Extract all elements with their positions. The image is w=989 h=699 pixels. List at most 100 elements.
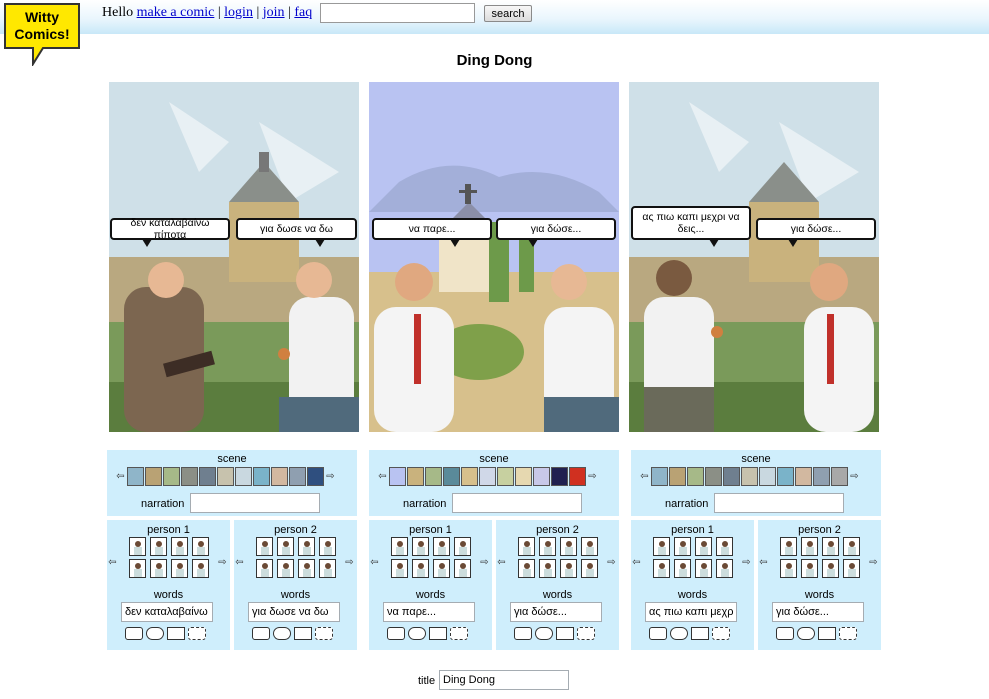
shout-bubble-icon[interactable]	[294, 627, 312, 640]
character-thumb[interactable]	[433, 559, 450, 578]
thought-bubble-icon[interactable]	[797, 627, 815, 640]
character-thumb[interactable]	[518, 537, 535, 556]
character-thumb[interactable]	[780, 559, 797, 578]
join-link[interactable]: join	[263, 5, 285, 20]
scene-thumb[interactable]	[669, 467, 686, 486]
arrow-right-icon[interactable]: ⇨	[344, 557, 355, 568]
arrow-left-icon[interactable]: ⇦	[369, 557, 380, 568]
character-thumb[interactable]	[256, 537, 273, 556]
speech-bubble-left[interactable]: δεν καταλαβαίνω πίποτα	[110, 217, 230, 247]
character-thumb[interactable]	[454, 537, 471, 556]
character-thumb[interactable]	[695, 559, 712, 578]
arrow-left-icon[interactable]: ⇦	[107, 557, 118, 568]
character-thumb[interactable]	[581, 537, 598, 556]
scene-thumb[interactable]	[307, 467, 324, 486]
scene-thumb[interactable]	[741, 467, 758, 486]
scene-thumb[interactable]	[831, 467, 848, 486]
words-input-person2[interactable]	[772, 602, 864, 622]
character-thumb[interactable]	[695, 537, 712, 556]
speech-bubble-icon[interactable]	[514, 627, 532, 640]
scene-thumb[interactable]	[461, 467, 478, 486]
character-thumb[interactable]	[716, 559, 733, 578]
character-thumb[interactable]	[843, 537, 860, 556]
character-thumb[interactable]	[412, 559, 429, 578]
thought-bubble-icon[interactable]	[535, 627, 553, 640]
speech-bubble-left[interactable]: να παρε...	[372, 218, 492, 247]
scene-thumb[interactable]	[217, 467, 234, 486]
arrow-left-icon[interactable]: ⇦	[496, 557, 507, 568]
whisper-bubble-icon[interactable]	[315, 627, 333, 640]
character-thumb[interactable]	[192, 537, 209, 556]
scene-thumb[interactable]	[271, 467, 288, 486]
character-thumb[interactable]	[129, 537, 146, 556]
arrow-right-icon[interactable]: ⇨	[606, 557, 617, 568]
character-thumb[interactable]	[319, 559, 336, 578]
character-thumb[interactable]	[822, 537, 839, 556]
scene-thumb[interactable]	[569, 467, 586, 486]
character-thumb[interactable]	[433, 537, 450, 556]
arrow-right-icon[interactable]: ⇨	[587, 471, 598, 482]
speech-bubble-icon[interactable]	[252, 627, 270, 640]
arrow-left-icon[interactable]: ⇦	[639, 471, 650, 482]
scene-thumb[interactable]	[551, 467, 568, 486]
scene-thumb[interactable]	[127, 467, 144, 486]
shout-bubble-icon[interactable]	[818, 627, 836, 640]
character-thumb[interactable]	[653, 559, 670, 578]
scene-thumb[interactable]	[253, 467, 270, 486]
speech-bubble-right[interactable]: για δώσε...	[496, 218, 616, 247]
character-thumb[interactable]	[560, 559, 577, 578]
character-thumb[interactable]	[653, 537, 670, 556]
search-button[interactable]: search	[484, 5, 532, 22]
scene-thumb[interactable]	[443, 467, 460, 486]
character-thumb[interactable]	[518, 559, 535, 578]
character-thumb[interactable]	[716, 537, 733, 556]
character-thumb[interactable]	[780, 537, 797, 556]
whisper-bubble-icon[interactable]	[188, 627, 206, 640]
shout-bubble-icon[interactable]	[429, 627, 447, 640]
scene-thumb[interactable]	[651, 467, 668, 486]
scene-thumb[interactable]	[145, 467, 162, 486]
speech-bubble-icon[interactable]	[387, 627, 405, 640]
scene-thumb[interactable]	[687, 467, 704, 486]
scene-thumb[interactable]	[407, 467, 424, 486]
character-thumb[interactable]	[277, 559, 294, 578]
character-thumb[interactable]	[298, 537, 315, 556]
scene-thumb[interactable]	[497, 467, 514, 486]
scene-thumb[interactable]	[795, 467, 812, 486]
search-input[interactable]	[320, 3, 475, 23]
words-input-person1[interactable]	[383, 602, 475, 622]
scene-thumb[interactable]	[533, 467, 550, 486]
arrow-left-icon[interactable]: ⇦	[631, 557, 642, 568]
scene-thumb[interactable]	[235, 467, 252, 486]
speech-bubble-icon[interactable]	[125, 627, 143, 640]
shout-bubble-icon[interactable]	[691, 627, 709, 640]
login-link[interactable]: login	[224, 5, 253, 20]
words-input-person1[interactable]	[645, 602, 737, 622]
thought-bubble-icon[interactable]	[408, 627, 426, 640]
scene-thumb[interactable]	[759, 467, 776, 486]
character-thumb[interactable]	[150, 537, 167, 556]
character-thumb[interactable]	[391, 559, 408, 578]
character-thumb[interactable]	[539, 537, 556, 556]
narration-input[interactable]	[714, 493, 844, 513]
character-thumb[interactable]	[539, 559, 556, 578]
words-input-person1[interactable]	[121, 602, 213, 622]
narration-input[interactable]	[190, 493, 320, 513]
character-thumb[interactable]	[843, 559, 860, 578]
thought-bubble-icon[interactable]	[670, 627, 688, 640]
character-thumb[interactable]	[801, 537, 818, 556]
scene-thumb[interactable]	[389, 467, 406, 486]
scene-thumb[interactable]	[777, 467, 794, 486]
words-input-person2[interactable]	[248, 602, 340, 622]
character-thumb[interactable]	[171, 559, 188, 578]
character-thumb[interactable]	[277, 537, 294, 556]
thought-bubble-icon[interactable]	[146, 627, 164, 640]
character-thumb[interactable]	[391, 537, 408, 556]
character-thumb[interactable]	[412, 537, 429, 556]
character-thumb[interactable]	[256, 559, 273, 578]
character-thumb[interactable]	[560, 537, 577, 556]
words-input-person2[interactable]	[510, 602, 602, 622]
scene-thumb[interactable]	[425, 467, 442, 486]
character-thumb[interactable]	[581, 559, 598, 578]
scene-thumb[interactable]	[479, 467, 496, 486]
